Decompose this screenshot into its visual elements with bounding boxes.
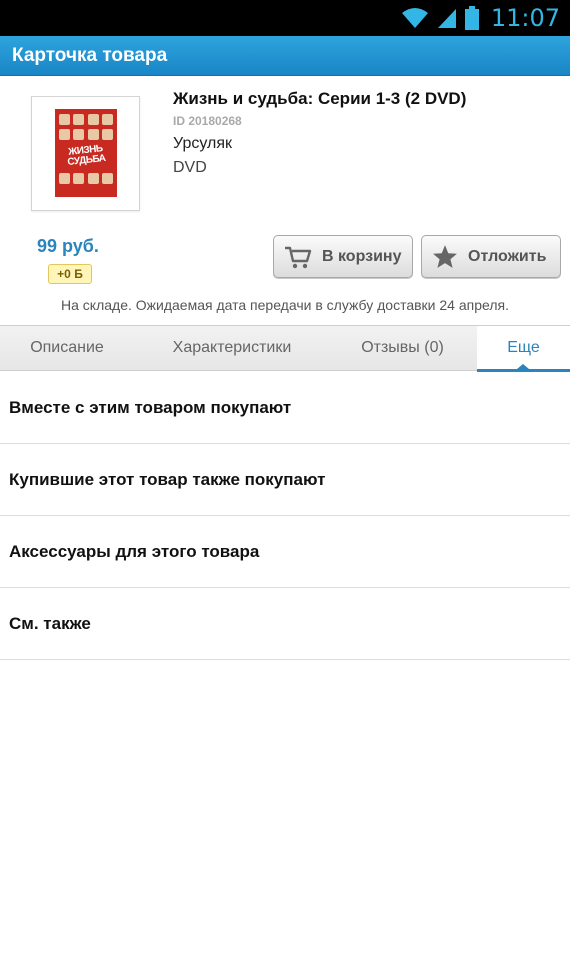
battery-icon <box>464 6 479 30</box>
add-to-cart-button[interactable]: В корзину <box>273 235 413 278</box>
cover-face <box>88 114 99 125</box>
signal-icon <box>437 9 456 28</box>
app-bar: Карточка товара <box>0 36 570 76</box>
add-to-cart-label: В корзину <box>322 247 402 265</box>
cart-icon <box>285 246 312 268</box>
product-id: ID 20180268 <box>173 114 242 128</box>
stock-status-text: На складе. Ожидаемая дата передачи в слу… <box>61 297 509 313</box>
bonus-badge: +0 Б <box>48 264 92 284</box>
cover-title: ЖИЗНЬ СУДЬБА <box>66 143 107 168</box>
tab-more[interactable]: Еще <box>477 326 570 372</box>
tab-reviews[interactable]: Отзывы (0) <box>330 326 475 371</box>
product-cover-frame[interactable]: ЖИЗНЬ СУДЬБА <box>31 96 140 211</box>
product-format: DVD <box>173 159 207 176</box>
cover-face <box>88 129 99 140</box>
cover-face <box>88 173 99 184</box>
status-icons: 11:07 <box>401 0 560 36</box>
list-item-label: Купившие этот товар также покупают <box>9 469 326 489</box>
save-for-later-label: Отложить <box>468 247 547 265</box>
product-card: ЖИЗНЬ СУДЬБА Жизнь и судьба: Серии 1-3 (… <box>0 76 570 325</box>
page-title: Карточка товара <box>12 45 168 66</box>
tab-specifications[interactable]: Характеристики <box>134 326 330 371</box>
product-cover-image: ЖИЗНЬ СУДЬБА <box>55 109 117 197</box>
list-item-label: Аксессуары для этого товара <box>9 541 260 561</box>
related-list: Вместе с этим товаром покупают Купившие … <box>0 372 570 660</box>
status-bar: 11:07 <box>0 0 570 36</box>
list-item[interactable]: Вместе с этим товаром покупают <box>0 372 570 444</box>
cover-face <box>102 173 113 184</box>
star-icon <box>433 245 457 268</box>
list-item[interactable]: Аксессуары для этого товара <box>0 516 570 588</box>
list-item[interactable]: Купившие этот товар также покупают <box>0 444 570 516</box>
tab-bar: Описание Характеристики Отзывы (0) Еще <box>0 325 570 372</box>
list-item-label: См. также <box>9 613 91 633</box>
status-time: 11:07 <box>490 4 560 32</box>
cover-face <box>73 129 84 140</box>
cover-face <box>59 114 70 125</box>
cover-face <box>102 114 113 125</box>
cover-face <box>73 173 84 184</box>
cover-face <box>73 114 84 125</box>
cover-face <box>59 129 70 140</box>
list-item[interactable]: См. также <box>0 588 570 660</box>
tab-description[interactable]: Описание <box>0 326 134 371</box>
cover-face <box>59 173 70 184</box>
save-for-later-button[interactable]: Отложить <box>421 235 561 278</box>
product-price: 99 руб. <box>37 236 99 256</box>
wifi-icon <box>401 8 428 28</box>
list-item-label: Вместе с этим товаром покупают <box>9 397 292 417</box>
cover-face <box>102 129 113 140</box>
product-title: Жизнь и судьба: Серии 1-3 (2 DVD) <box>173 89 467 108</box>
product-author: Урсуляк <box>173 135 232 152</box>
